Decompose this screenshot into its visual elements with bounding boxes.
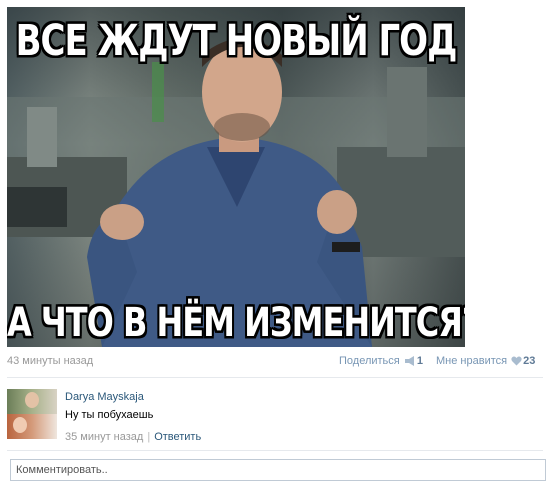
meme-bottom-caption: А ЧТО В НЁМ ИЗМЕНИТСЯ? — [7, 298, 465, 346]
comment-item: Darya Mayskaja Ну ты побухаешь 35 минут … — [7, 387, 537, 447]
reply-link[interactable]: Ответить — [154, 431, 201, 443]
comment-author[interactable]: Darya Mayskaja — [65, 391, 144, 403]
like-count: 23 — [523, 355, 536, 367]
comment-time[interactable]: 35 минут назад — [65, 431, 143, 443]
meme-top-caption: ВСЕ ЖДУТ НОВЫЙ ГОД — [15, 16, 458, 66]
megaphone-icon — [404, 356, 416, 369]
like-button[interactable]: Мне нравится 23 — [436, 355, 535, 369]
post-meta: 43 минуты назад Поделиться 1 Мне нравитс… — [7, 355, 537, 369]
divider — [7, 377, 543, 378]
share-button[interactable]: Поделиться 1 — [339, 355, 423, 369]
like-label: Мне нравится — [436, 355, 508, 367]
wall-post: ВСЕ ЖДУТ НОВЫЙ ГОД А ЧТО В НЁМ ИЗМЕНИТСЯ… — [0, 0, 560, 503]
avatar[interactable] — [7, 389, 57, 439]
comment-meta: 35 минут назад | Ответить — [65, 431, 201, 443]
comment-text: Ну ты побухаешь — [65, 409, 154, 421]
meme-image[interactable]: ВСЕ ЖДУТ НОВЫЙ ГОД А ЧТО В НЁМ ИЗМЕНИТСЯ… — [7, 7, 465, 347]
comment-input[interactable] — [10, 459, 546, 481]
separator: | — [147, 431, 151, 443]
post-time[interactable]: 43 минуты назад — [7, 355, 93, 367]
share-count: 1 — [416, 355, 423, 367]
heart-icon — [511, 356, 522, 369]
divider — [7, 450, 543, 451]
share-label: Поделиться — [339, 355, 400, 367]
